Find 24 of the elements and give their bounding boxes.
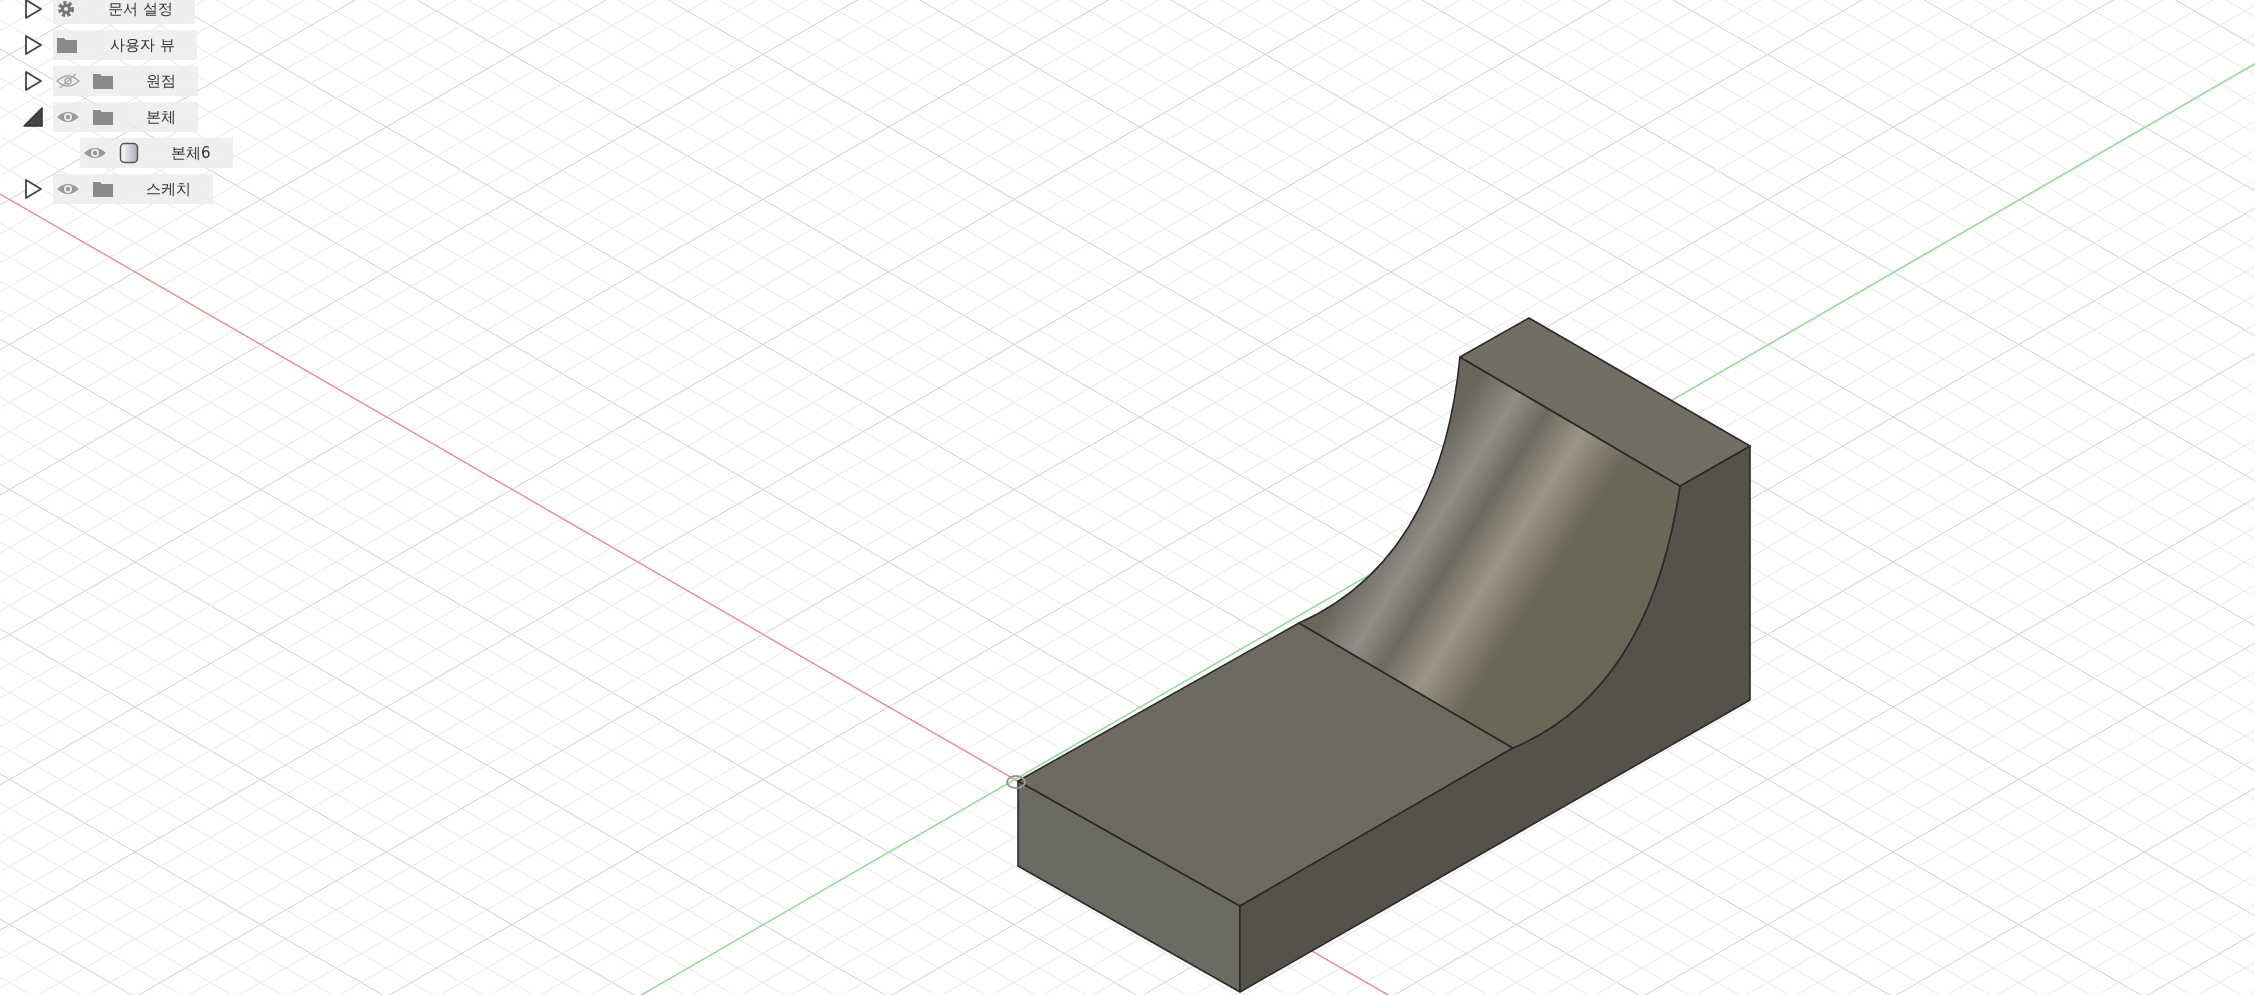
expanded-arrow-icon[interactable] [22,106,44,128]
folder-icon [92,180,114,198]
tree-row[interactable]: 본체 [53,102,198,132]
tree-label: 본체 [146,107,176,127]
collapsed-arrow-icon[interactable] [22,0,44,20]
collapsed-arrow-icon[interactable] [22,34,44,56]
body-icon [119,142,139,164]
tree-row[interactable]: 본체6 [80,138,233,168]
tree-label: 스케치 [146,179,191,199]
tree-label: 원점 [146,71,176,91]
tree-row[interactable]: 원점 [53,66,198,96]
tree-label: 본체6 [171,143,211,163]
origin-marker-icon [1006,775,1026,789]
folder-icon [92,72,114,90]
collapsed-arrow-icon[interactable] [22,70,44,92]
collapsed-arrow-icon[interactable] [22,178,44,200]
folder-icon [56,36,78,54]
tree-row[interactable]: 스케치 [53,174,213,204]
tree-row[interactable]: 사용자 뷰 [53,30,197,60]
tree-label: 사용자 뷰 [110,35,175,55]
tree-row[interactable]: 문서 설정 [53,0,195,24]
folder-icon [92,108,114,126]
gear-icon [56,0,76,19]
tree-label: 문서 설정 [108,0,173,19]
